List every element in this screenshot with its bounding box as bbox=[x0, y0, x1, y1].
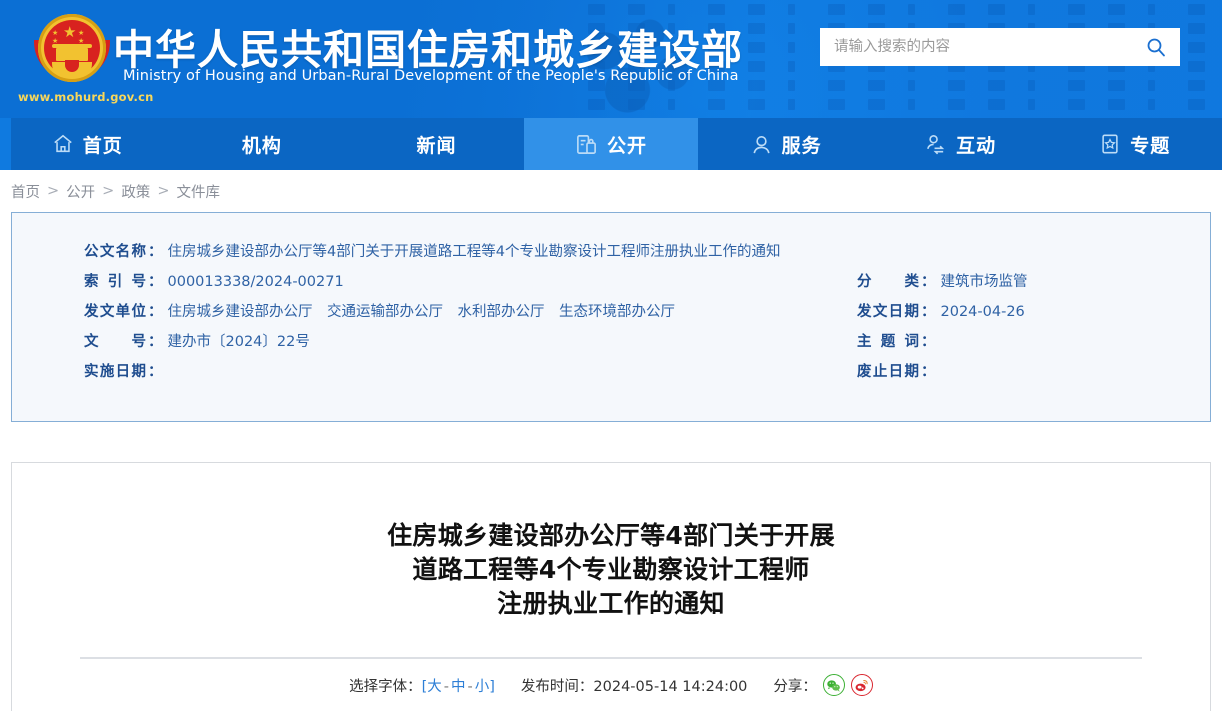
metadata-colon: ： bbox=[148, 297, 163, 327]
breadcrumb-item-policy[interactable]: 政策 bbox=[121, 181, 150, 202]
article-title-line: 住房城乡建设部办公厅等4部门关于开展 bbox=[72, 519, 1150, 553]
metadata-colon: ： bbox=[921, 297, 936, 327]
publish-time-label: 发布时间： bbox=[521, 679, 594, 695]
article-title-line: 注册执业工作的通知 bbox=[72, 587, 1150, 621]
metadata-value: 建筑市场监管 bbox=[941, 267, 1028, 297]
home-icon bbox=[52, 133, 74, 155]
metadata-value: 住房城乡建设部办公厅等4部门关于开展道路工程等4个专业勘察设计工程师注册执业工作… bbox=[168, 237, 781, 267]
metadata-row-issue-date: 发文日期 ： 2024-04-26 bbox=[857, 297, 1028, 327]
nav-item-news[interactable]: 新闻 bbox=[349, 118, 524, 170]
document-metadata-card: 公文名称 ： 住房城乡建设部办公厅等4部门关于开展道路工程等4个专业勘察设计工程… bbox=[11, 212, 1211, 422]
metadata-row-doc-name: 公文名称 ： 住房城乡建设部办公厅等4部门关于开展道路工程等4个专业勘察设计工程… bbox=[84, 237, 780, 267]
metadata-row-index-number: 索引号 ： 000013338/2024-00271 bbox=[84, 267, 780, 297]
metadata-colon: ： bbox=[148, 267, 163, 297]
publish-time-value: 2024-05-14 14:24:00 bbox=[593, 679, 747, 695]
nav-label: 公开 bbox=[607, 131, 647, 158]
star-topic-icon bbox=[1099, 133, 1121, 155]
metadata-label: 废止日期 bbox=[857, 357, 919, 387]
metadata-label: 实施日期 bbox=[84, 357, 146, 387]
font-size-large[interactable]: 大 bbox=[427, 679, 442, 695]
nav-label: 服务 bbox=[782, 131, 822, 158]
search-input[interactable] bbox=[820, 29, 1132, 65]
nav-item-home[interactable]: 首页 bbox=[0, 118, 175, 170]
breadcrumb: 首页 > 公开 > 政策 > 文件库 bbox=[0, 170, 1222, 212]
breadcrumb-item-open[interactable]: 公开 bbox=[66, 181, 95, 202]
wechat-share-icon[interactable] bbox=[823, 674, 845, 696]
metadata-colon: ： bbox=[921, 357, 936, 387]
nav-label: 互动 bbox=[956, 131, 996, 158]
bracket-close: ] bbox=[489, 679, 495, 695]
user-service-icon bbox=[750, 133, 773, 156]
metadata-label: 发文单位 bbox=[84, 297, 146, 327]
nav-label: 新闻 bbox=[416, 131, 456, 158]
breadcrumb-item-home[interactable]: 首页 bbox=[11, 181, 40, 202]
metadata-row-category: 分类 ： 建筑市场监管 bbox=[857, 267, 1028, 297]
metadata-colon: ： bbox=[148, 327, 163, 357]
weibo-share-icon[interactable] bbox=[851, 674, 873, 696]
metadata-row-abolish-date: 废止日期 ： bbox=[857, 357, 1028, 387]
page-content: 公文名称 ： 住房城乡建设部办公厅等4部门关于开展道路工程等4个专业勘察设计工程… bbox=[11, 212, 1211, 711]
breadcrumb-item-file-library[interactable]: 文件库 bbox=[176, 181, 220, 202]
font-size-label: 选择字体： bbox=[349, 679, 422, 695]
metadata-label: 分类 bbox=[857, 267, 919, 297]
font-size-selector: 选择字体：[大-中-小] bbox=[349, 675, 495, 696]
metadata-row-issuing-unit: 发文单位 ： 住房城乡建设部办公厅 交通运输部办公厅 水利部办公厅 生态环境部办… bbox=[84, 297, 780, 327]
national-emblem: ★ ★ ★ ★ ★ bbox=[30, 12, 114, 88]
share-group: 分享： bbox=[773, 674, 873, 696]
metadata-value: 2024-04-26 bbox=[941, 297, 1025, 327]
search-icon bbox=[1146, 37, 1166, 57]
metadata-row-effective-date: 实施日期 ： bbox=[84, 357, 780, 387]
article-meta-bar: 选择字体：[大-中-小] 发布时间：2024-05-14 14:24:00 分享… bbox=[72, 659, 1150, 711]
font-size-dash: - bbox=[444, 679, 449, 695]
article-title-line: 道路工程等4个专业勘察设计工程师 bbox=[72, 553, 1150, 587]
nav-item-organization[interactable]: 机构 bbox=[175, 118, 350, 170]
search-box[interactable] bbox=[820, 28, 1180, 66]
metadata-colon: ： bbox=[921, 267, 936, 297]
article-title: 住房城乡建设部办公厅等4部门关于开展 道路工程等4个专业勘察设计工程师 注册执业… bbox=[72, 519, 1150, 621]
search-button[interactable] bbox=[1132, 28, 1180, 66]
share-label: 分享： bbox=[773, 675, 817, 696]
font-size-small[interactable]: 小 bbox=[475, 679, 490, 695]
main-navigation: 首页 机构 新闻 公开 服务 bbox=[0, 118, 1222, 170]
nav-item-service[interactable]: 服务 bbox=[698, 118, 873, 170]
nav-item-interaction[interactable]: 互动 bbox=[873, 118, 1048, 170]
metadata-label: 公文名称 bbox=[84, 237, 146, 267]
metadata-row-doc-number: 文号 ： 建办市〔2024〕22号 bbox=[84, 327, 780, 357]
metadata-label: 索引号 bbox=[84, 267, 146, 297]
metadata-column-right: 分类 ： 建筑市场监管 发文日期 ： 2024-04-26 主题词 ： 废止日期… bbox=[857, 267, 1028, 387]
interaction-icon bbox=[924, 133, 947, 156]
metadata-colon: ： bbox=[921, 327, 936, 357]
metadata-colon: ： bbox=[148, 357, 163, 387]
nav-item-topic[interactable]: 专题 bbox=[1047, 118, 1222, 170]
metadata-colon: ： bbox=[148, 237, 163, 267]
metadata-label: 主题词 bbox=[857, 327, 919, 357]
site-title-cn: 中华人民共和国住房和城乡建设部 bbox=[113, 16, 743, 76]
font-size-medium[interactable]: 中 bbox=[451, 679, 466, 695]
font-size-dash: - bbox=[468, 679, 473, 695]
metadata-value: 000013338/2024-00271 bbox=[168, 267, 344, 297]
breadcrumb-separator: > bbox=[102, 183, 114, 199]
breadcrumb-separator: > bbox=[157, 183, 169, 199]
site-title-en: Ministry of Housing and Urban-Rural Deve… bbox=[123, 68, 739, 84]
nav-label: 专题 bbox=[1130, 131, 1170, 158]
nav-label: 首页 bbox=[83, 131, 123, 158]
metadata-row-subject-words: 主题词 ： bbox=[857, 327, 1028, 357]
metadata-value: 建办市〔2024〕22号 bbox=[168, 327, 310, 357]
breadcrumb-separator: > bbox=[47, 183, 59, 199]
publish-time-group: 发布时间：2024-05-14 14:24:00 bbox=[521, 675, 748, 696]
site-url: www.mohurd.gov.cn bbox=[18, 90, 154, 104]
metadata-label: 文号 bbox=[84, 327, 146, 357]
nav-item-open[interactable]: 公开 bbox=[524, 118, 699, 170]
nav-label: 机构 bbox=[242, 131, 282, 158]
document-open-icon bbox=[575, 133, 598, 156]
metadata-column-left: 公文名称 ： 住房城乡建设部办公厅等4部门关于开展道路工程等4个专业勘察设计工程… bbox=[84, 237, 780, 387]
metadata-value: 住房城乡建设部办公厅 交通运输部办公厅 水利部办公厅 生态环境部办公厅 bbox=[168, 297, 676, 327]
metadata-label: 发文日期 bbox=[857, 297, 919, 327]
article-card: 住房城乡建设部办公厅等4部门关于开展 道路工程等4个专业勘察设计工程师 注册执业… bbox=[11, 462, 1211, 711]
site-header: ★ ★ ★ ★ ★ www.mohurd.gov.cn 中华人民共和国住房和城乡… bbox=[0, 0, 1222, 118]
